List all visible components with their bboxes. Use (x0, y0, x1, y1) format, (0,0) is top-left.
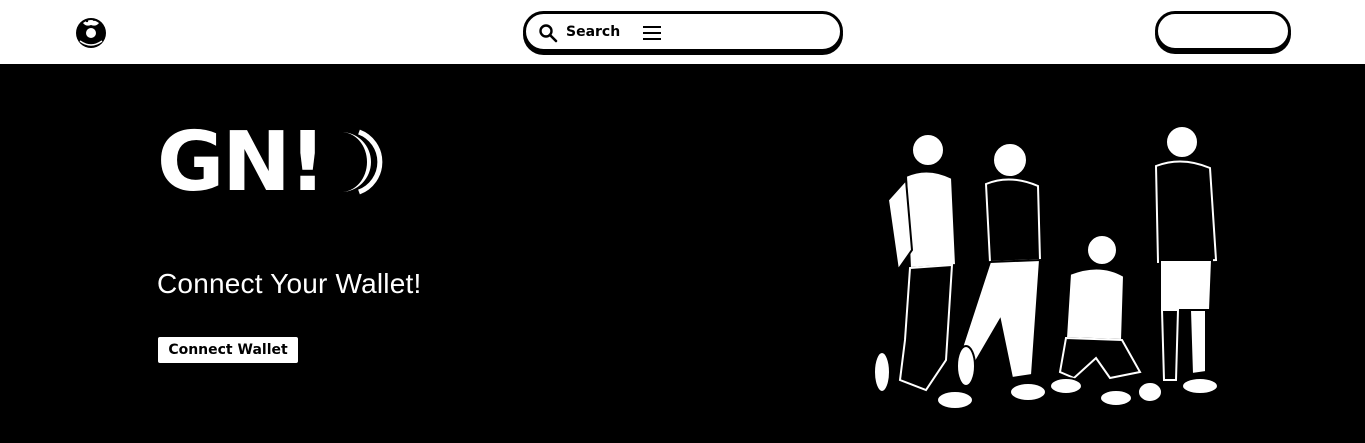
gn-brand-logo: GN! (157, 126, 383, 198)
hero-title: Connect Your Wallet! (157, 268, 422, 299)
svg-text:GN!: GN! (157, 126, 324, 198)
connect-wallet-button[interactable]: Connect Wallet (158, 337, 298, 363)
top-header: Search (0, 0, 1365, 64)
header-action-button[interactable] (1155, 11, 1291, 51)
hamburger-menu-icon[interactable] (642, 24, 662, 42)
group-of-people-illustration (873, 125, 1219, 410)
search-label[interactable]: Search (566, 23, 620, 41)
search-icon[interactable] (538, 23, 558, 43)
donut-logo-icon[interactable] (74, 15, 108, 49)
search-bar[interactable]: Search (523, 11, 843, 52)
